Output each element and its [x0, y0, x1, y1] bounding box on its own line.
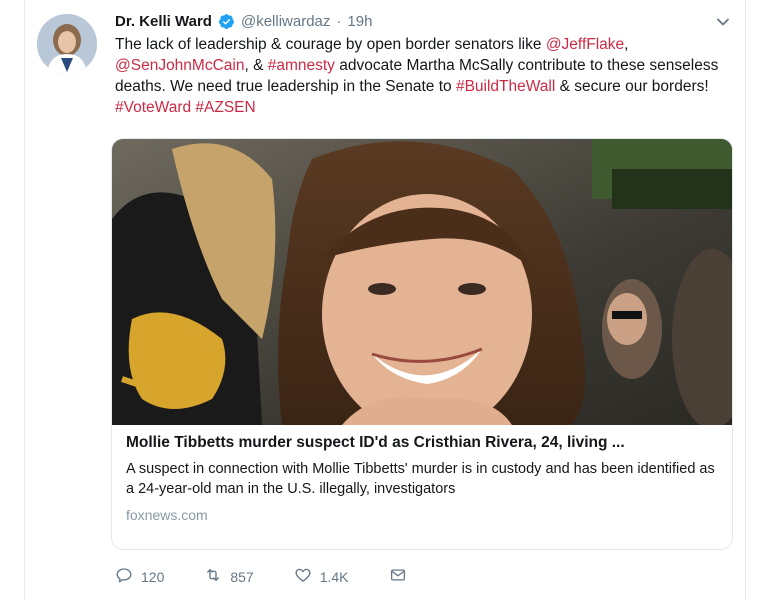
tweet[interactable]: Dr. Kelli Ward @kelliwardaz · 19h The la…	[24, 0, 746, 600]
mention-link[interactable]: @SenJohnMcCain	[115, 57, 244, 74]
hashtag-link[interactable]: #AZSEN	[195, 99, 255, 116]
tweet-text: The lack of leadership & courage by open…	[115, 34, 727, 118]
tweet-text-segment: ,	[624, 36, 629, 53]
retweet-count: 857	[230, 568, 254, 585]
card-description: A suspect in connection with Mollie Tibb…	[126, 461, 715, 497]
retweet-icon	[204, 566, 222, 587]
hashtag-link[interactable]: #amnesty	[268, 57, 335, 74]
chevron-down-icon[interactable]	[715, 14, 731, 30]
hashtag-link[interactable]: #VoteWard	[115, 99, 191, 116]
like-icon	[294, 566, 312, 587]
tweet-timestamp[interactable]: 19h	[347, 13, 372, 30]
separator-dot: ·	[336, 12, 342, 30]
direct-message-icon	[389, 566, 407, 587]
reply-count: 120	[141, 568, 165, 585]
like-count: 1.4K	[319, 568, 349, 585]
tweet-header: Dr. Kelli Ward @kelliwardaz · 19h	[115, 10, 725, 32]
direct-message-button[interactable]	[389, 566, 407, 587]
avatar[interactable]	[37, 14, 97, 74]
like-button[interactable]: 1.4K	[294, 566, 349, 587]
hashtag-link[interactable]: #BuildTheWall	[456, 78, 555, 95]
retweet-button[interactable]: 857	[204, 566, 254, 587]
reply-button[interactable]: 120	[115, 566, 164, 587]
card-body[interactable]: Mollie Tibbetts murder suspect ID'd as C…	[126, 433, 718, 523]
card-domain: foxnews.com	[126, 507, 208, 523]
author-name[interactable]: Dr. Kelli Ward	[115, 13, 212, 30]
author-handle[interactable]: @kelliwardaz	[241, 13, 330, 30]
mention-link[interactable]: @JeffFlake	[546, 36, 624, 53]
tweet-actions: 120 857 1.4K	[115, 566, 407, 587]
card-title[interactable]: Mollie Tibbetts murder suspect ID'd as C…	[126, 433, 718, 453]
tweet-text-segment: & secure our borders!	[555, 78, 709, 95]
tweet-text-segment: , &	[244, 57, 268, 74]
tweet-text-segment: The lack of leadership & courage by open…	[115, 36, 546, 53]
verified-badge-icon	[218, 13, 235, 30]
link-card[interactable]: Mollie Tibbetts murder suspect ID'd as C…	[111, 138, 733, 550]
reply-icon	[115, 566, 133, 587]
card-image[interactable]	[112, 139, 732, 434]
